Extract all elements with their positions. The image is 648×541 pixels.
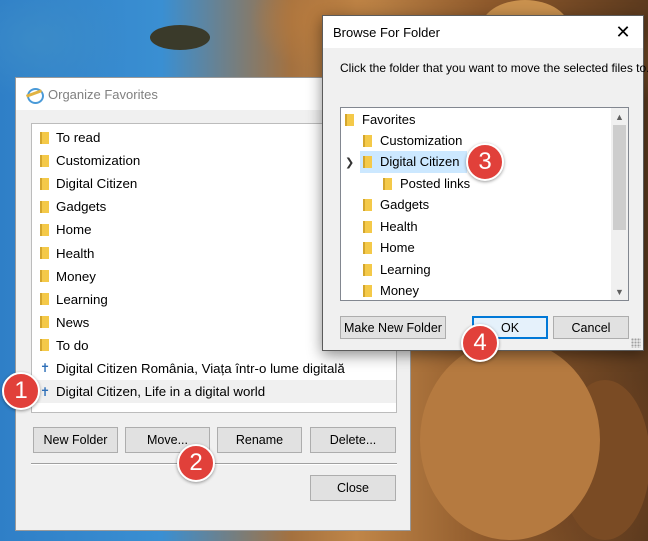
list-item-label: Money	[56, 268, 96, 284]
favorite-link-icon: ✝	[40, 384, 51, 399]
tree-item-label: Money	[380, 283, 420, 299]
list-item-label: Digital Citizen România, Viața într-o lu…	[56, 360, 345, 376]
list-item-label: Health	[56, 245, 95, 261]
scroll-thumb[interactable]	[613, 125, 626, 230]
list-item-label: Digital Citizen	[56, 176, 138, 192]
folder-icon	[40, 154, 49, 167]
tree-item-label: Learning	[380, 262, 431, 278]
tree-item-label: Gadgets	[380, 197, 430, 213]
internet-explorer-icon	[26, 86, 44, 104]
scroll-down-icon[interactable]: ▼	[611, 283, 628, 300]
folder-icon	[363, 241, 372, 254]
folder-icon	[40, 131, 49, 144]
folder-icon	[363, 284, 372, 297]
new-folder-button[interactable]: New Folder	[33, 427, 118, 453]
browse-titlebar[interactable]: Browse For Folder ✕	[323, 16, 643, 48]
list-item-label: Customization	[56, 153, 141, 169]
step-marker-2: 2	[177, 444, 215, 482]
list-item[interactable]: ✝ Digital Citizen România, Viața într-o …	[32, 357, 396, 380]
folder-icon	[363, 198, 372, 211]
list-item-selected[interactable]: ✝ Digital Citizen, Life in a digital wor…	[32, 380, 396, 404]
tree-item-label: Customization	[380, 133, 463, 149]
list-item-label: To read	[56, 130, 101, 146]
tree-item-home[interactable]: Home	[363, 237, 611, 259]
chevron-down-icon[interactable]: ❯	[345, 156, 354, 169]
rock-shape	[150, 25, 210, 50]
folder-icon	[40, 200, 49, 213]
step-marker-4: 4	[461, 324, 499, 362]
cancel-button[interactable]: Cancel	[553, 316, 629, 339]
list-item-label: Learning	[56, 291, 108, 307]
folder-icon	[40, 270, 49, 283]
tree-item-label: Posted links	[400, 176, 471, 192]
tree-item-label: Health	[380, 219, 418, 235]
browse-title: Browse For Folder	[333, 24, 440, 40]
tree-item-learning[interactable]: Learning	[363, 259, 611, 281]
folder-icon	[383, 177, 392, 190]
folder-icon	[40, 223, 49, 236]
tree-scrollbar[interactable]: ▲ ▼	[611, 108, 628, 300]
browse-instruction: Click the folder that you want to move t…	[340, 61, 648, 75]
rename-button[interactable]: Rename	[217, 427, 302, 453]
tree-item-health[interactable]: Health	[363, 216, 611, 238]
list-item-label: Gadgets	[56, 199, 107, 215]
folder-icon	[40, 247, 49, 260]
rock-shape	[420, 340, 600, 540]
folder-icon	[40, 316, 49, 329]
browse-for-folder-dialog: Browse For Folder ✕ Click the folder tha…	[322, 15, 648, 351]
tree-item-digital-citizen[interactable]: Digital Citizen	[360, 151, 467, 173]
list-item-label: News	[56, 314, 90, 330]
tree-item-favorites[interactable]: Favorites	[343, 109, 611, 131]
delete-button[interactable]: Delete...	[310, 427, 396, 453]
close-icon[interactable]: ✕	[603, 16, 643, 48]
organize-title: Organize Favorites	[48, 86, 158, 102]
folder-icon	[363, 263, 372, 276]
folder-tree[interactable]: Favorites Customization ❯ Digital Citize…	[340, 107, 629, 301]
folder-icon	[345, 113, 354, 126]
step-marker-3: 3	[466, 143, 504, 181]
tree-item-label: Digital Citizen	[380, 154, 460, 170]
list-item-label: To do	[56, 337, 89, 353]
tree-item-label: Home	[380, 240, 415, 256]
resize-grip-icon[interactable]	[631, 338, 641, 348]
make-new-folder-button[interactable]: Make New Folder	[340, 316, 446, 339]
folder-icon	[40, 177, 49, 190]
folder-icon	[40, 339, 49, 352]
folder-icon	[363, 134, 372, 147]
folder-icon	[363, 220, 372, 233]
tree-item-label: Favorites	[362, 112, 416, 128]
tree-item-money[interactable]: Money	[363, 280, 611, 300]
folder-icon	[40, 293, 49, 306]
list-item-label: Digital Citizen, Life in a digital world	[56, 384, 266, 400]
scroll-up-icon[interactable]: ▲	[611, 108, 628, 125]
step-marker-1: 1	[2, 372, 40, 410]
folder-icon	[363, 155, 372, 168]
favorite-link-icon: ✝	[40, 361, 51, 376]
list-item-label: Home	[56, 222, 92, 238]
tree-item-gadgets[interactable]: Gadgets	[363, 194, 611, 216]
close-button[interactable]: Close	[310, 475, 396, 501]
